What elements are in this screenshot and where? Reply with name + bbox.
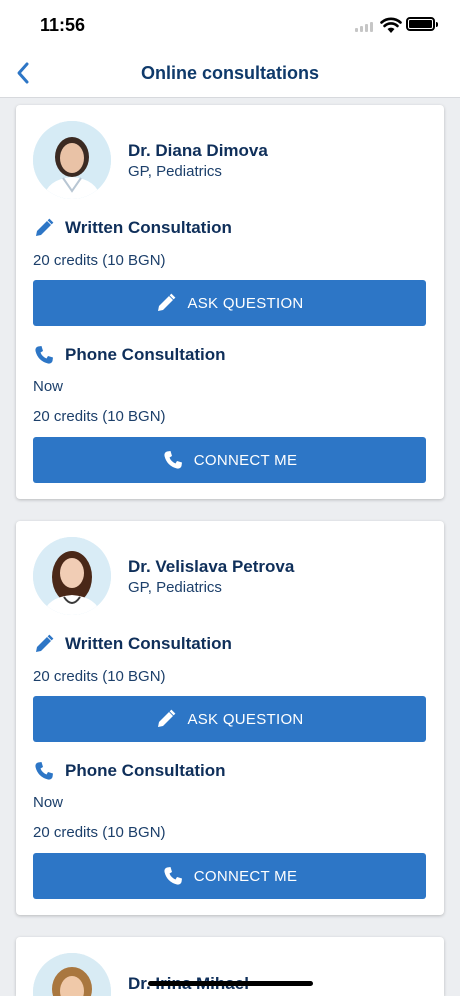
pencil-icon — [33, 217, 55, 239]
ask-question-label: ASK QUESTION — [187, 710, 304, 728]
pencil-icon — [33, 633, 55, 655]
connect-me-button[interactable]: CONNECT ME — [33, 437, 426, 483]
written-consultation-title: Written Consultation — [65, 218, 232, 237]
doctor-avatar — [33, 953, 111, 996]
status-bar: 11:56 — [0, 0, 460, 50]
written-price: 20 credits (10 BGN) — [33, 252, 166, 269]
doctor-card: Dr. Diana Dimova GP, Pediatrics Written … — [16, 105, 444, 499]
status-time: 11:56 — [40, 15, 86, 35]
phone-consultation-header: Phone Consultation — [33, 759, 226, 783]
written-consultation-title: Written Consultation — [65, 634, 232, 653]
doctor-avatar — [33, 121, 111, 199]
phone-consultation-title: Phone Consultation — [65, 761, 226, 780]
wifi-icon — [380, 16, 402, 34]
phone-availability: Now — [33, 378, 64, 395]
cellular-signal-icon — [355, 22, 373, 32]
doctor-specialty: GP, Pediatrics — [128, 579, 222, 596]
connect-me-button[interactable]: CONNECT ME — [33, 853, 426, 899]
connect-me-label: CONNECT ME — [193, 451, 298, 469]
pencil-icon — [155, 292, 177, 314]
phone-availability: Now — [33, 794, 64, 811]
connect-me-label: CONNECT ME — [193, 867, 298, 885]
doctor-specialty: GP, Pediatrics — [128, 163, 222, 180]
ask-question-button[interactable]: ASK QUESTION — [33, 280, 426, 326]
phone-icon — [162, 865, 184, 887]
phone-price: 20 credits (10 BGN) — [33, 824, 166, 841]
phone-icon — [33, 760, 55, 782]
phone-consultation-header: Phone Consultation — [33, 343, 226, 367]
phone-icon — [162, 449, 184, 471]
doctor-name: Dr. Velislava Petrova — [128, 557, 295, 576]
written-consultation-header: Written Consultation — [33, 216, 232, 240]
ask-question-label: ASK QUESTION — [187, 294, 304, 312]
doctor-avatar — [33, 537, 111, 615]
phone-consultation-title: Phone Consultation — [65, 345, 226, 364]
doctor-card: Dr. Velislava Petrova GP, Pediatrics Wri… — [16, 521, 444, 915]
page-title: Online consultations — [140, 63, 319, 83]
pencil-icon — [155, 708, 177, 730]
battery-icon — [406, 17, 438, 31]
doctor-name: Dr. Diana Dimova — [128, 141, 268, 160]
doctor-card: Dr. Irina Mihael — [16, 937, 444, 996]
ask-question-button[interactable]: ASK QUESTION — [33, 696, 426, 742]
written-price: 20 credits (10 BGN) — [33, 668, 166, 685]
phone-icon — [33, 344, 55, 366]
written-consultation-header: Written Consultation — [33, 632, 232, 656]
home-indicator — [148, 981, 313, 986]
navigation-bar: Online consultations — [0, 50, 460, 98]
phone-price: 20 credits (10 BGN) — [33, 408, 166, 425]
